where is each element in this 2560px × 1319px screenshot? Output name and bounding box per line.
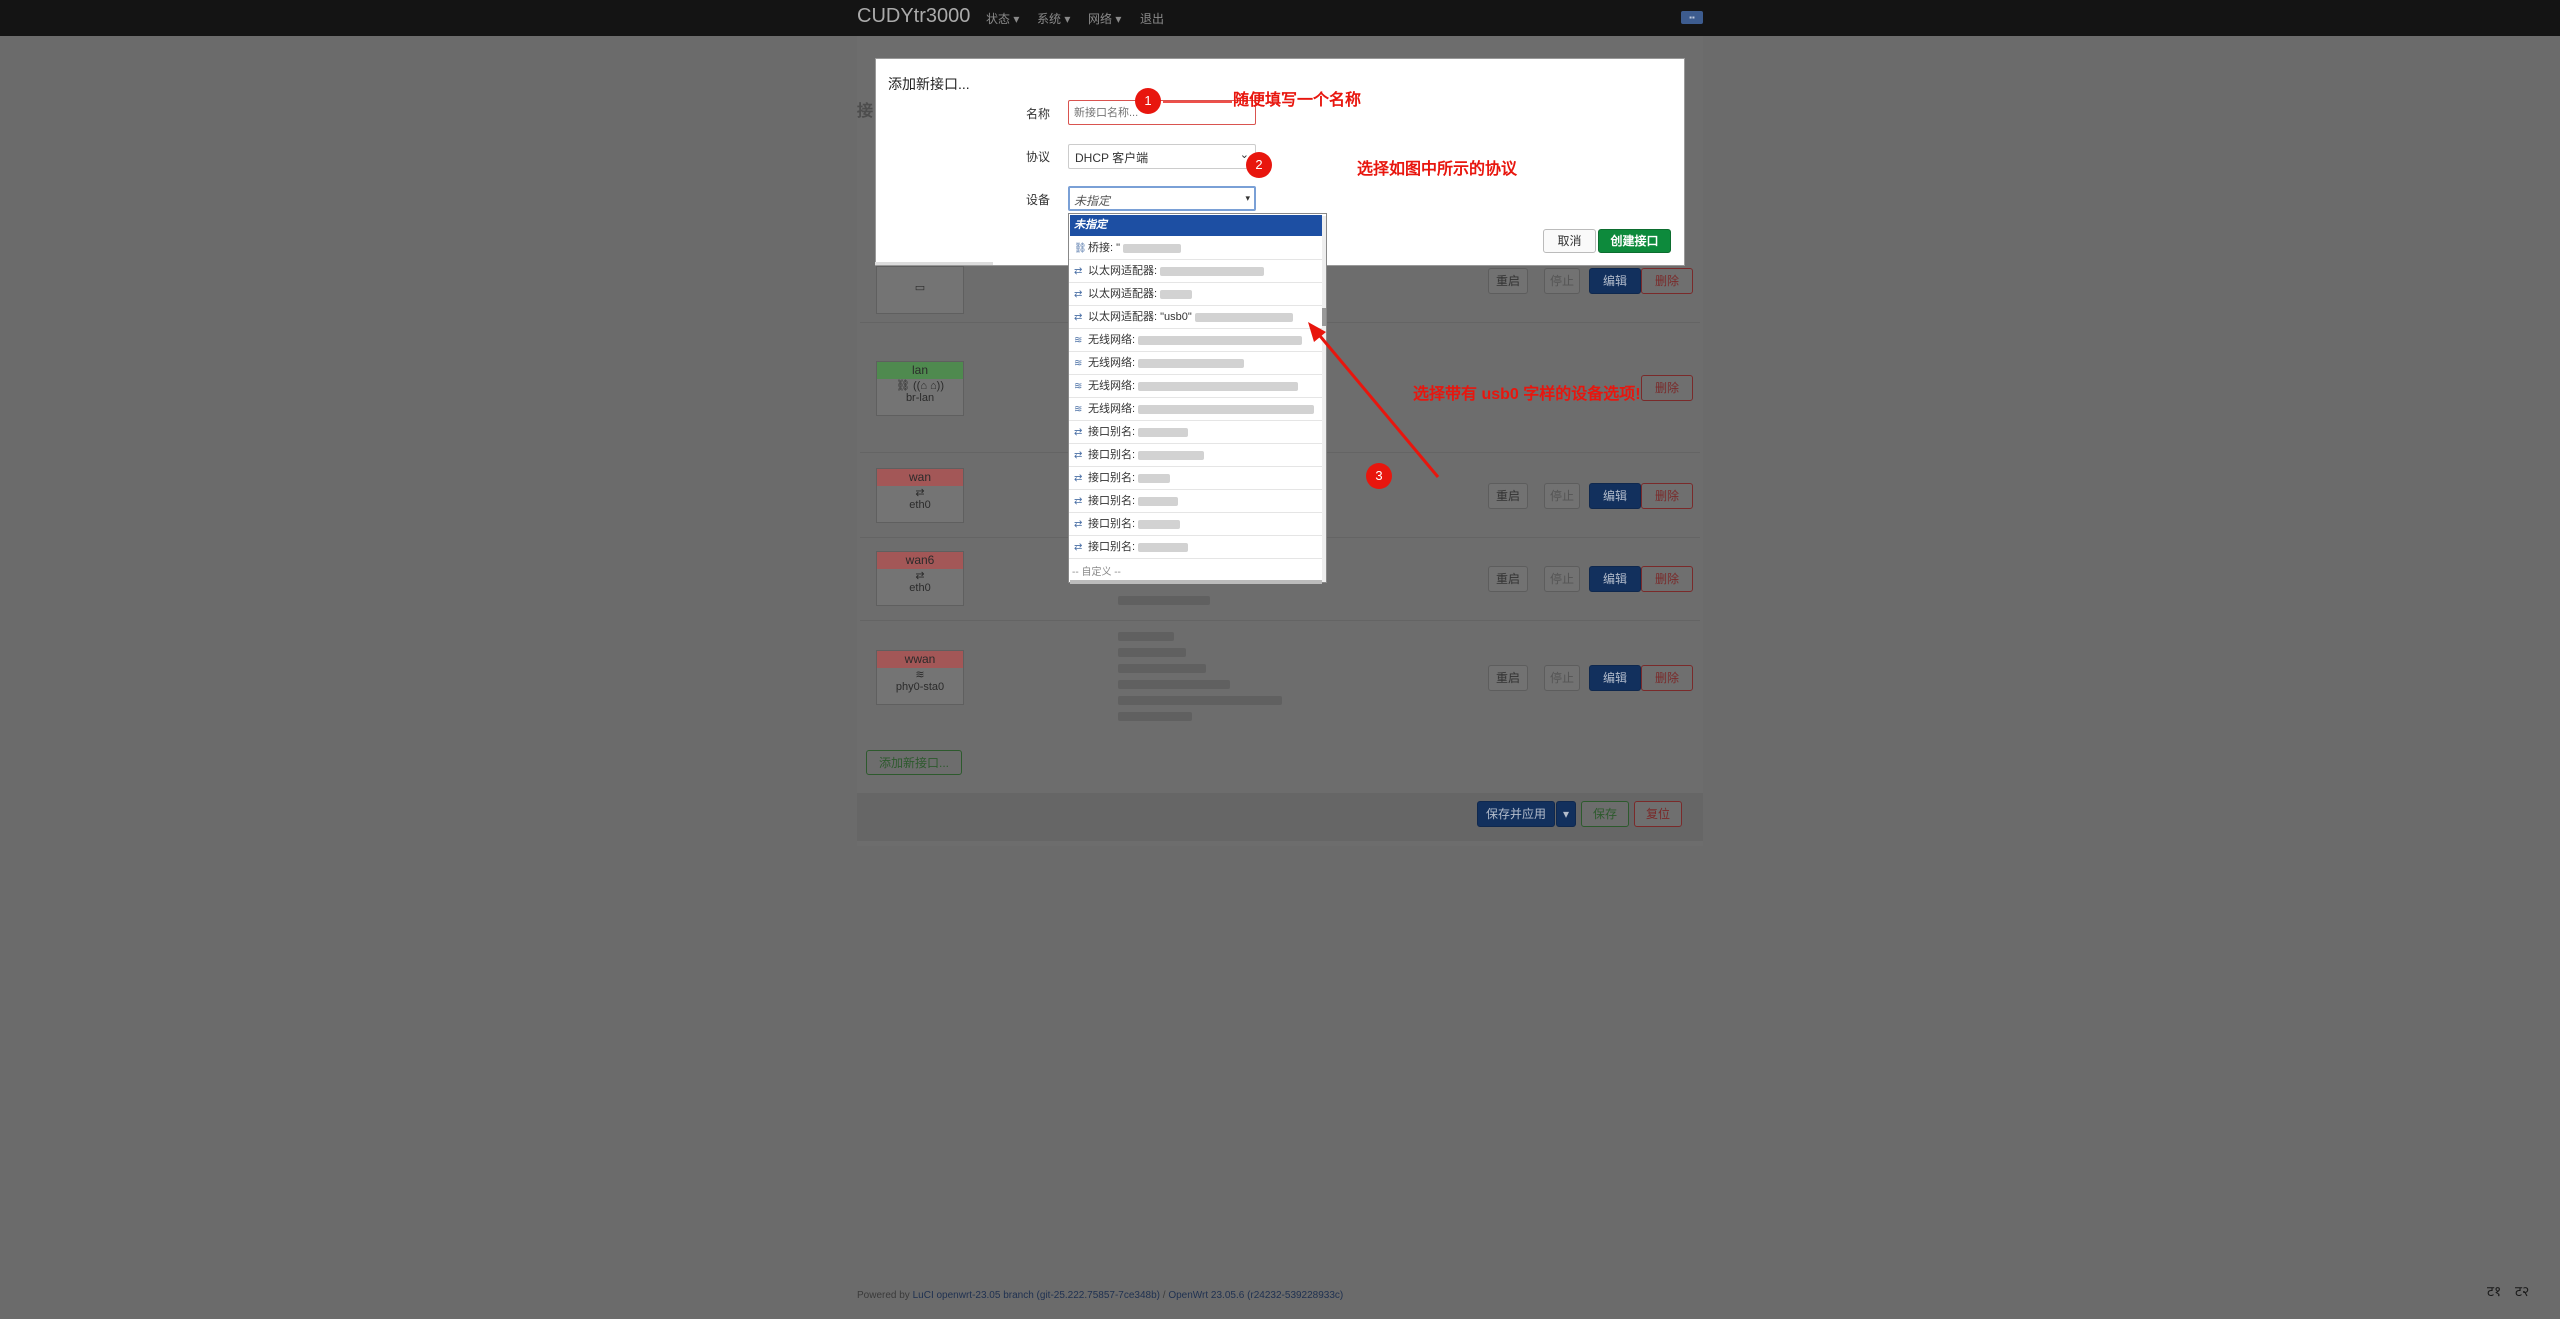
step-badge-1: 1 — [1135, 88, 1161, 114]
annotation-overlay — [1163, 101, 1440, 478]
step-badge-3: 3 — [1366, 463, 1392, 489]
luci-link[interactable]: LuCI openwrt-23.05 branch (git-25.222.75… — [913, 1290, 1160, 1301]
footer: Powered by LuCI openwrt-23.05 branch (gi… — [857, 1290, 1344, 1301]
corner-glyph-2: ट२ — [2515, 1283, 2530, 1299]
corner-glyph-1: ट१ — [2487, 1283, 2502, 1299]
annotation-step2: 选择如图中所示的协议 — [1357, 161, 1518, 178]
step-badge-2: 2 — [1246, 152, 1272, 178]
annotation-step3: 选择带有 usb0 字样的设备选项! — [1413, 386, 1641, 403]
openwrt-link[interactable]: OpenWrt 23.05.6 (r24232-539228933c) — [1168, 1290, 1343, 1301]
annotation-step1: 随便填写一个名称 — [1233, 92, 1362, 109]
